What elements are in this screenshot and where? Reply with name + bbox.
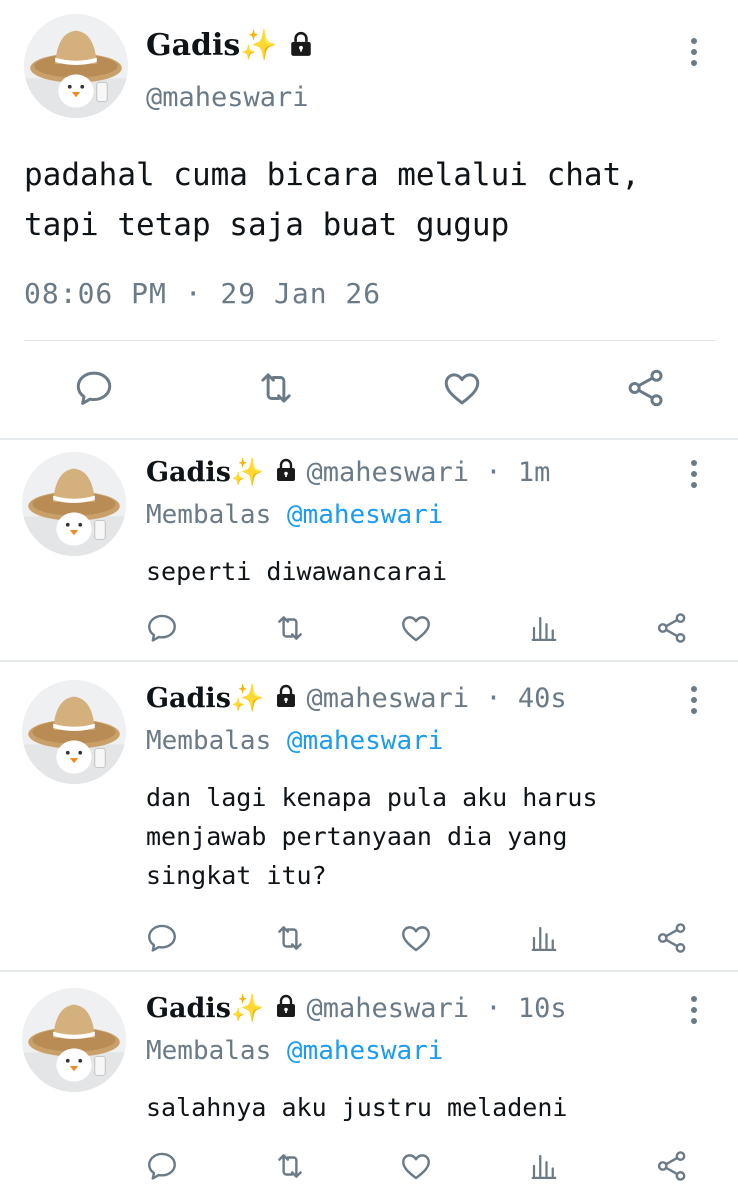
stats-button[interactable] <box>526 920 562 956</box>
retweet-button[interactable] <box>272 1148 308 1184</box>
mention-link[interactable]: @maheswari <box>287 500 444 530</box>
more-options-button[interactable] <box>682 456 706 492</box>
retweet-button[interactable] <box>272 610 308 646</box>
sparkle-emoji: ✨ <box>230 457 265 488</box>
sparkle-emoji: ✨ <box>230 683 265 714</box>
replying-to: Membalas @maheswari <box>146 500 443 530</box>
more-vertical-icon <box>690 995 698 1025</box>
mention-link[interactable]: @maheswari <box>287 726 444 756</box>
stats-icon <box>529 1151 559 1181</box>
more-options-button[interactable] <box>682 992 706 1028</box>
avatar[interactable] <box>22 452 126 556</box>
reply-icon <box>145 611 179 645</box>
lock-icon <box>274 994 298 1025</box>
reply-header: Gadis✨ @maheswari · 1m <box>146 456 550 489</box>
avatar[interactable] <box>22 988 126 1092</box>
reply-button[interactable] <box>144 1148 180 1184</box>
stats-icon <box>529 613 559 643</box>
mention-link[interactable]: @maheswari <box>287 1036 444 1066</box>
reply-icon <box>145 921 179 955</box>
sparkle-emoji: ✨ <box>240 28 278 63</box>
username[interactable]: @maheswari <box>146 82 309 113</box>
reply-text-line: seperti diwawancarai <box>146 557 448 586</box>
reply-text-line: salahnya aku justru meladeni <box>146 1093 568 1122</box>
share-icon <box>655 1149 689 1183</box>
more-vertical-icon <box>690 37 698 67</box>
stats-icon <box>529 923 559 953</box>
display-name-text: Gadis <box>146 28 241 63</box>
replying-prefix: Membalas <box>146 1036 272 1066</box>
avatar[interactable] <box>22 680 126 784</box>
reply-button[interactable] <box>144 920 180 956</box>
display-name[interactable]: Gadis✨ <box>146 28 314 65</box>
share-button[interactable] <box>654 610 690 646</box>
retweet-button[interactable] <box>272 920 308 956</box>
reply-text-line: dan lagi kenapa pula aku harus <box>146 783 598 812</box>
reply-header: Gadis✨ @maheswari · 10s <box>146 992 567 1025</box>
reply-text: dan lagi kenapa pula aku harus menjawab … <box>146 778 686 895</box>
share-icon <box>655 611 689 645</box>
lock-icon <box>288 30 314 65</box>
retweet-icon <box>255 367 297 409</box>
username-time[interactable]: @maheswari · 10s <box>307 993 567 1024</box>
replying-to: Membalas @maheswari <box>146 726 443 756</box>
retweet-icon <box>273 921 307 955</box>
reply-text: seperti diwawancarai <box>146 552 686 591</box>
divider <box>0 438 738 440</box>
stats-button[interactable] <box>526 610 562 646</box>
share-button[interactable] <box>654 920 690 956</box>
share-button[interactable] <box>654 1148 690 1184</box>
lock-icon <box>274 684 298 715</box>
retweet-button[interactable] <box>254 366 298 410</box>
like-icon <box>399 611 433 645</box>
reply-header: Gadis✨ @maheswari · 40s <box>146 682 567 715</box>
like-icon <box>399 1149 433 1183</box>
share-icon <box>655 921 689 955</box>
reply-icon <box>145 1149 179 1183</box>
display-name[interactable]: Gadis✨ <box>146 457 298 488</box>
display-name-text: Gadis <box>146 683 231 714</box>
retweet-icon <box>273 611 307 645</box>
display-name[interactable]: Gadis✨ <box>146 683 298 714</box>
like-icon <box>441 367 483 409</box>
like-button[interactable] <box>440 366 484 410</box>
replying-to: Membalas @maheswari <box>146 1036 443 1066</box>
like-button[interactable] <box>398 920 434 956</box>
reply-text-line: menjawab pertanyaan dia yang <box>146 822 568 851</box>
more-options-button[interactable] <box>682 34 706 70</box>
replying-prefix: Membalas <box>146 500 272 530</box>
divider <box>24 340 716 341</box>
reply-button[interactable] <box>72 366 116 410</box>
like-button[interactable] <box>398 1148 434 1184</box>
stats-button[interactable] <box>526 1148 562 1184</box>
replying-prefix: Membalas <box>146 726 272 756</box>
reply-icon <box>73 367 115 409</box>
reply-text: salahnya aku justru meladeni <box>146 1088 686 1127</box>
reply-button[interactable] <box>144 610 180 646</box>
display-name-text: Gadis <box>146 457 231 488</box>
tweet-text: padahal cuma bicara melalui chat, tapi t… <box>24 150 714 250</box>
username-time[interactable]: @maheswari · 40s <box>307 683 567 714</box>
divider <box>0 660 738 662</box>
tweet-timestamp[interactable]: 08:06 PM · 29 Jan 26 <box>24 277 381 310</box>
username-time[interactable]: @maheswari · 1m <box>307 457 551 488</box>
more-options-button[interactable] <box>682 682 706 718</box>
share-icon <box>625 367 667 409</box>
like-button[interactable] <box>398 610 434 646</box>
like-icon <box>399 921 433 955</box>
display-name[interactable]: Gadis✨ <box>146 993 298 1024</box>
lock-icon <box>274 458 298 489</box>
share-button[interactable] <box>624 366 668 410</box>
tweet-text-line: padahal cuma bicara melalui chat, <box>24 157 640 193</box>
retweet-icon <box>273 1149 307 1183</box>
avatar[interactable] <box>24 14 128 118</box>
display-name-text: Gadis <box>146 993 231 1024</box>
more-vertical-icon <box>690 685 698 715</box>
reply-text-line: singkat itu? <box>146 861 327 890</box>
divider <box>0 970 738 972</box>
sparkle-emoji: ✨ <box>230 993 265 1024</box>
tweet-text-line: tapi tetap saja buat gugup <box>24 207 510 243</box>
more-vertical-icon <box>690 459 698 489</box>
